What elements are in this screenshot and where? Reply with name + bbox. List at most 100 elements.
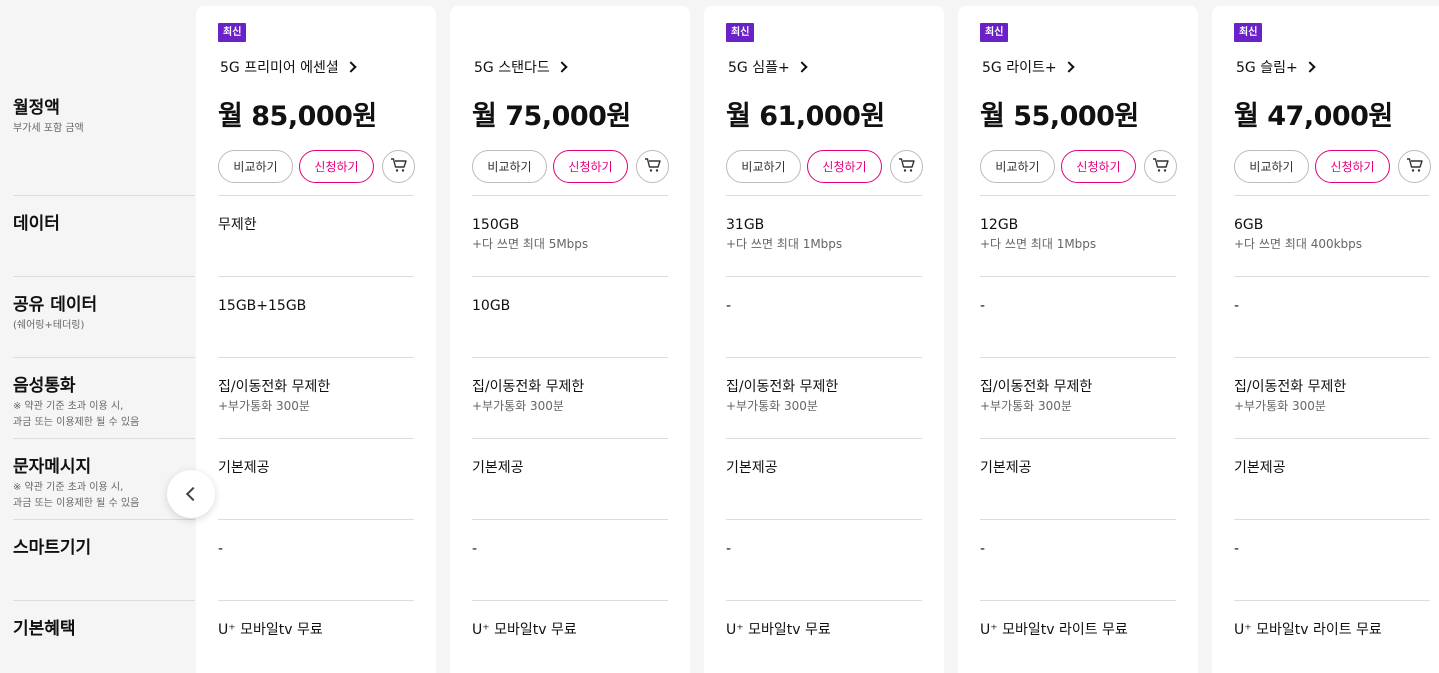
cell-smart-device: - [1234,539,1430,559]
apply-button[interactable]: 신청하기 [1061,150,1136,183]
label-title: 음성통화 [13,376,76,396]
cart-icon-svg [1152,157,1169,172]
cell-main: 기본제공 [218,460,270,476]
cell-sms: 기본제공 [1234,458,1430,478]
cell-data: 12GB +다 쓰면 최대 1Mbps [980,215,1176,253]
cell-data: 31GB +다 쓰면 최대 1Mbps [726,215,922,253]
label-sub: (쉐어링+테더링) [13,320,85,331]
new-badge: 최신 [218,23,247,42]
apply-button[interactable]: 신청하기 [807,150,882,183]
divider [1234,195,1430,196]
divider [980,438,1176,439]
cell-smart-device: - [472,539,668,559]
divider [1234,519,1430,520]
cell-shared-data: - [1234,296,1430,316]
plan-name-link[interactable]: 5G 슬림+ [1236,57,1316,77]
apply-button[interactable]: 신청하기 [553,150,628,183]
label-monthly-fee: 월정액 부가세 포함 금액 [13,97,195,137]
divider [218,357,414,358]
cart-button[interactable] [382,150,415,183]
plan-card: 최신 5G 라이트+ 월 55,000원 비교하기 신청하기 12GB +다 쓰… [958,6,1198,673]
cart-button[interactable] [636,150,669,183]
compare-button[interactable]: 비교하기 [218,150,293,183]
cart-icon-svg [1406,157,1423,172]
cart-button[interactable] [1144,150,1177,183]
cart-icon-svg [898,157,915,172]
cell-main: - [980,298,986,314]
chevron-right-icon [796,61,808,73]
cell-voice: 집/이동전화 무제한 +부가통화 300분 [1234,377,1430,415]
plan-name: 5G 프리미어 에센셜 [220,60,339,76]
cell-main: 무제한 [218,217,257,233]
carousel-prev-button[interactable] [167,470,215,518]
label-title: 스마트기기 [13,538,92,558]
label-title: 월정액 [13,98,60,118]
plan-comparison: 월정액 부가세 포함 금액 데이터 공유 데이터 (쉐어링+테더링) 음성통화 … [0,0,1439,673]
cell-main: 집/이동전화 무제한 [218,379,331,395]
cell-extra: +부가통화 300분 [1234,399,1326,413]
label-voice: 음성통화 ※ 약관 기준 초과 이용 시, 과금 또는 이용제한 될 수 있음 [13,375,195,431]
divider [980,600,1176,601]
cell-data: 6GB +다 쓰면 최대 400kbps [1234,215,1430,253]
cart-icon [898,157,916,177]
plan-name-link[interactable]: 5G 라이트+ [982,57,1075,77]
cell-sms: 기본제공 [980,458,1176,478]
apply-button[interactable]: 신청하기 [1315,150,1390,183]
cell-voice: 집/이동전화 무제한 +부가통화 300분 [726,377,922,415]
divider [726,519,922,520]
cell-extra: +다 쓰면 최대 5Mbps [472,237,589,251]
cell-voice: 집/이동전화 무제한 +부가통화 300분 [218,377,414,415]
chevron-left-icon [185,486,201,502]
plan-price: 월 47,000원 [1234,101,1393,132]
divider [726,195,922,196]
cell-main: - [218,541,224,557]
cell-main: U⁺ 모바일tv 무료 [726,622,831,638]
compare-button[interactable]: 비교하기 [980,150,1055,183]
divider [13,600,195,601]
plan-name: 5G 심플+ [728,60,790,76]
divider [472,357,668,358]
divider [1234,357,1430,358]
label-sub: 과금 또는 이용제한 될 수 있음 [13,417,140,428]
plan-card: 최신 5G 슬림+ 월 47,000원 비교하기 신청하기 6GB +다 쓰면 … [1212,6,1439,673]
row-labels: 월정액 부가세 포함 금액 데이터 공유 데이터 (쉐어링+테더링) 음성통화 … [0,0,196,673]
cell-main: 10GB [472,298,511,314]
cell-extra: +부가통화 300분 [726,399,818,413]
label-sms: 문자메시지 ※ 약관 기준 초과 이용 시, 과금 또는 이용제한 될 수 있음 [13,456,195,512]
cart-icon [1406,157,1424,177]
cart-button[interactable] [1398,150,1431,183]
compare-button[interactable]: 비교하기 [726,150,801,183]
compare-button[interactable]: 비교하기 [1234,150,1309,183]
cart-icon [390,157,408,177]
cell-sms: 기본제공 [726,458,922,478]
cell-data: 무제한 [218,215,414,235]
cell-voice: 집/이동전화 무제한 +부가통화 300분 [980,377,1176,415]
divider [980,276,1176,277]
plan-name: 5G 슬림+ [1236,60,1298,76]
cell-main: 기본제공 [1234,460,1286,476]
cell-shared-data: - [980,296,1176,316]
cart-button[interactable] [890,150,923,183]
plan-card: 최신 5G 프리미어 에센셜 월 85,000원 비교하기 신청하기 무제한 1… [196,6,436,673]
plan-name-link[interactable]: 5G 스탠다드 [474,57,568,77]
plan-name-link[interactable]: 5G 심플+ [728,57,808,77]
chevron-right-icon [345,61,357,73]
cart-icon-svg [390,157,407,172]
chevron-right-icon [1062,61,1075,73]
compare-button[interactable]: 비교하기 [472,150,547,183]
plan-name-link[interactable]: 5G 프리미어 에센셜 [220,57,357,77]
action-buttons: 비교하기 신청하기 [1234,150,1431,183]
cell-sms: 기본제공 [472,458,668,478]
cell-main: U⁺ 모바일tv 무료 [472,622,577,638]
cell-main: - [726,298,732,314]
cell-extra: +다 쓰면 최대 1Mbps [726,237,843,251]
label-sub: ※ 약관 기준 초과 이용 시, [13,401,124,412]
divider [218,600,414,601]
divider [472,519,668,520]
new-badge: 최신 [980,23,1009,42]
cell-main: 15GB+15GB [218,298,307,314]
label-title: 공유 데이터 [13,295,98,315]
divider [1234,276,1430,277]
apply-button[interactable]: 신청하기 [299,150,374,183]
divider [218,519,414,520]
